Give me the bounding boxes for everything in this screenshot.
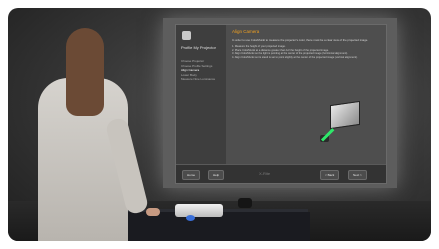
projected-screen: Profile My Projector Choose Projector Ch…: [163, 18, 397, 188]
content-area: Align Camera In order to use ColorMunki …: [232, 29, 380, 163]
projector-lens: [186, 215, 195, 221]
sidebar-list: Choose Projector Choose Profile Settings…: [181, 59, 215, 82]
sidebar-title: Profile My Projector: [181, 45, 216, 50]
photo: Profile My Projector Choose Projector Ch…: [8, 8, 431, 241]
person-hand: [146, 208, 160, 216]
help-button[interactable]: Help: [208, 170, 225, 180]
page-title: Align Camera: [232, 29, 260, 34]
back-button[interactable]: < Back: [320, 170, 340, 180]
footer-bar: Home Help X-Rite < Back Next >: [176, 164, 386, 183]
logo-icon: [182, 31, 191, 40]
alignment-diagram: [320, 100, 360, 145]
home-button[interactable]: Home: [182, 170, 201, 180]
screen-icon: [330, 100, 360, 130]
intro-text: In order to use ColorMunki to measure th…: [232, 38, 369, 42]
sidebar-item-measure[interactable]: Measure Nine Luminance: [181, 77, 215, 82]
person-hair: [66, 28, 104, 116]
app-window: Profile My Projector Choose Projector Ch…: [175, 24, 387, 184]
projector-device: [175, 204, 223, 217]
sidebar: Profile My Projector Choose Projector Ch…: [176, 25, 226, 165]
next-button[interactable]: Next >: [348, 170, 367, 180]
brand-logo: X-Rite: [259, 171, 271, 176]
colorimeter-device: [238, 198, 252, 208]
steps-list: 1. Measure the height of your projected …: [232, 45, 380, 59]
step-4: 4. Align ColorMunki so its stand is set …: [232, 55, 358, 59]
